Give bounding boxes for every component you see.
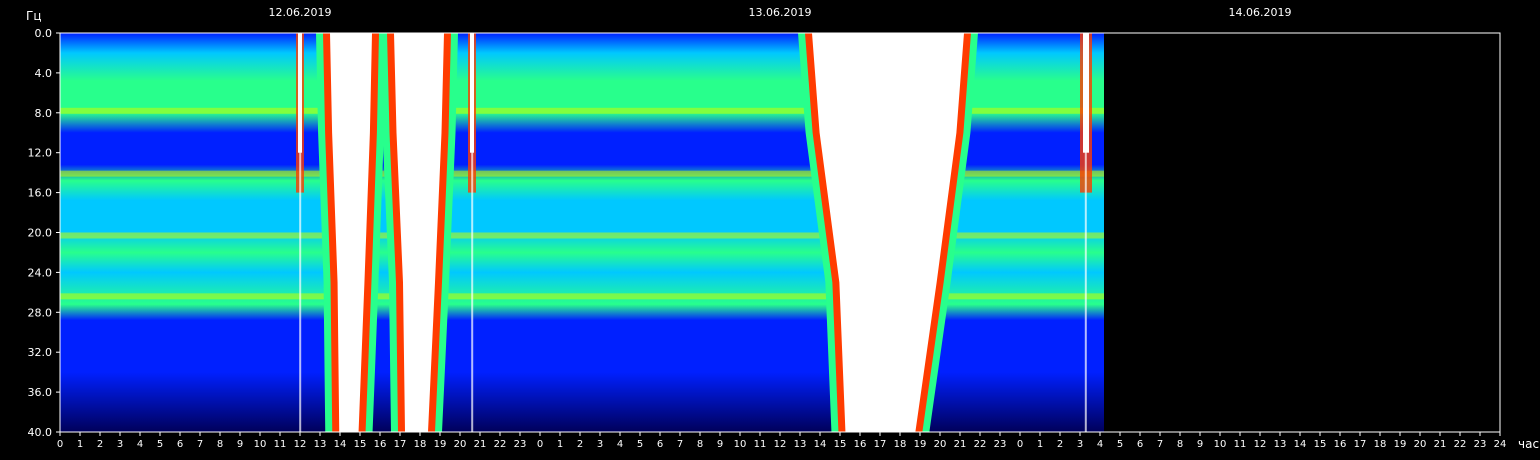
x-tick-label: 10 bbox=[254, 439, 267, 450]
x-tick-label: 22 bbox=[1454, 439, 1467, 450]
x-tick-label: 15 bbox=[354, 439, 367, 450]
x-tick-label: 19 bbox=[914, 439, 927, 450]
x-tick-label: 1 bbox=[77, 439, 83, 450]
x-tick-label: 11 bbox=[1234, 439, 1247, 450]
x-tick-label: 17 bbox=[874, 439, 887, 450]
x-tick-label: 23 bbox=[1474, 439, 1487, 450]
x-tick-label: 14 bbox=[1294, 439, 1307, 450]
x-tick-label: 21 bbox=[474, 439, 487, 450]
x-tick-label: 2 bbox=[1057, 439, 1063, 450]
x-tick-label: 3 bbox=[597, 439, 603, 450]
x-tick-label: 7 bbox=[197, 439, 203, 450]
y-axis-unit-label: Гц bbox=[26, 9, 42, 23]
x-tick-label: 9 bbox=[1197, 439, 1203, 450]
date-label: 14.06.2019 bbox=[1229, 6, 1292, 19]
x-tick-label: 10 bbox=[734, 439, 747, 450]
x-tick-label: 7 bbox=[1157, 439, 1163, 450]
y-tick-label: 28.0 bbox=[28, 306, 53, 319]
x-tick-label: 4 bbox=[617, 439, 623, 450]
x-tick-label: 15 bbox=[1314, 439, 1327, 450]
x-tick-label: 20 bbox=[454, 439, 467, 450]
x-tick-label: 9 bbox=[717, 439, 723, 450]
x-tick-label: 20 bbox=[1414, 439, 1427, 450]
x-tick-label: 0 bbox=[57, 439, 63, 450]
y-tick-label: 16.0 bbox=[28, 187, 53, 200]
x-tick-label: 14 bbox=[814, 439, 827, 450]
x-tick-label: 6 bbox=[1137, 439, 1143, 450]
y-tick-label: 12.0 bbox=[28, 147, 53, 160]
x-tick-label: 0 bbox=[1017, 439, 1023, 450]
y-tick-label: 24.0 bbox=[28, 266, 53, 279]
x-tick-label: 13 bbox=[794, 439, 807, 450]
x-tick-label: 13 bbox=[1274, 439, 1287, 450]
x-axis: 0 1 2 3 4 5 6 7 8 9 10 11 12 13 14 15 16 17 18 19 20 21 22 23 0 1… bbox=[57, 432, 1507, 450]
x-tick-label: 0 bbox=[537, 439, 543, 450]
x-tick-label: 4 bbox=[1097, 439, 1103, 450]
y-tick-label: 32.0 bbox=[28, 346, 53, 359]
x-tick-label: 20 bbox=[934, 439, 947, 450]
y-tick-label: 4.0 bbox=[35, 67, 53, 80]
x-tick-label: 1 bbox=[1037, 439, 1043, 450]
x-tick-label: 17 bbox=[394, 439, 407, 450]
date-label: 13.06.2019 bbox=[749, 6, 812, 19]
x-tick-label: 9 bbox=[237, 439, 243, 450]
x-tick-label: 19 bbox=[1394, 439, 1407, 450]
y-tick-label: 40.0 bbox=[28, 426, 53, 439]
spectrogram-plot-area bbox=[59, 32, 1501, 433]
x-tick-label: 22 bbox=[974, 439, 987, 450]
x-tick-label: 23 bbox=[994, 439, 1007, 450]
x-tick-label: 15 bbox=[834, 439, 847, 450]
x-tick-label: 17 bbox=[1354, 439, 1367, 450]
x-tick-label: 5 bbox=[157, 439, 163, 450]
x-tick-label: 21 bbox=[1434, 439, 1447, 450]
x-tick-label: 21 bbox=[954, 439, 967, 450]
x-tick-label: 8 bbox=[217, 439, 223, 450]
x-tick-label: 2 bbox=[97, 439, 103, 450]
date-labels: 12.06.2019 13.06.2019 14.06.2019 bbox=[269, 6, 1292, 19]
x-tick-label: 8 bbox=[697, 439, 703, 450]
y-axis: 0.0 4.0 8.0 12.0 16.0 20.0 24.0 28.0 32.0 36.0 40.… bbox=[28, 27, 60, 439]
x-tick-label: 6 bbox=[177, 439, 183, 450]
x-tick-label: 12 bbox=[1254, 439, 1267, 450]
x-tick-label: 3 bbox=[117, 439, 123, 450]
x-tick-label: 19 bbox=[434, 439, 447, 450]
x-tick-label: 12 bbox=[294, 439, 307, 450]
x-tick-label: 3 bbox=[1077, 439, 1083, 450]
x-tick-label: 22 bbox=[494, 439, 507, 450]
x-tick-label: 11 bbox=[274, 439, 287, 450]
date-label: 12.06.2019 bbox=[269, 6, 332, 19]
x-tick-label: 14 bbox=[334, 439, 347, 450]
x-tick-label: 8 bbox=[1177, 439, 1183, 450]
spectrogram-chart: Гц 12.06.2019 13.06.2019 14.06.2019 0.0 4.0… bbox=[26, 6, 1539, 451]
y-tick-label: 36.0 bbox=[28, 386, 53, 399]
x-tick-label: 23 bbox=[514, 439, 527, 450]
x-tick-label: 16 bbox=[1334, 439, 1347, 450]
x-tick-label: 5 bbox=[1117, 439, 1123, 450]
x-tick-label: 16 bbox=[854, 439, 867, 450]
y-tick-label: 0.0 bbox=[35, 27, 53, 40]
x-tick-label: 5 bbox=[637, 439, 643, 450]
x-tick-label: 1 bbox=[557, 439, 563, 450]
x-tick-label: 2 bbox=[577, 439, 583, 450]
x-tick-label: 6 bbox=[657, 439, 663, 450]
x-tick-label: 13 bbox=[314, 439, 327, 450]
x-tick-label: 18 bbox=[1374, 439, 1387, 450]
y-tick-label: 20.0 bbox=[28, 227, 53, 240]
x-tick-label: 11 bbox=[754, 439, 767, 450]
x-axis-unit-label: час bbox=[1518, 437, 1539, 451]
x-tick-label: 18 bbox=[414, 439, 427, 450]
x-tick-label: 10 bbox=[1214, 439, 1227, 450]
y-tick-label: 8.0 bbox=[35, 107, 53, 120]
x-tick-label: 12 bbox=[774, 439, 787, 450]
x-tick-label: 24 bbox=[1494, 439, 1507, 450]
x-tick-label: 4 bbox=[137, 439, 143, 450]
x-tick-label: 16 bbox=[374, 439, 387, 450]
x-tick-label: 7 bbox=[677, 439, 683, 450]
x-tick-label: 18 bbox=[894, 439, 907, 450]
